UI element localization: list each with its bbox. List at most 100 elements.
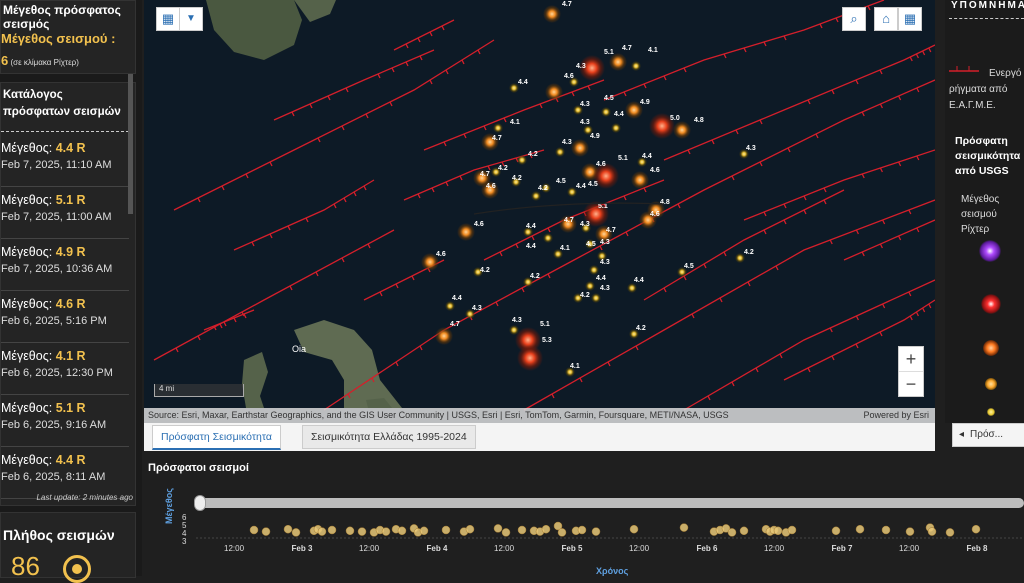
- quake-marker[interactable]: [543, 5, 561, 23]
- quake-label: 4.8: [660, 199, 670, 206]
- list-item[interactable]: Μέγεθος: 4.6 R Feb 6, 2025, 5:16 PM: [1, 291, 129, 343]
- legend-tab[interactable]: ◂ Πρόσ...: [952, 423, 1024, 447]
- fault-tick: [405, 43, 409, 49]
- fault-tick: [711, 139, 715, 145]
- powered-by-esri[interactable]: Powered by Esri: [863, 408, 929, 423]
- quake-label: 4.9: [590, 133, 600, 140]
- quake-marker[interactable]: [571, 139, 589, 157]
- legend-title: ΥΠΟΜΝΗΜΑ: [951, 0, 1024, 11]
- fault-tick: [861, 173, 865, 179]
- fault-tick: [197, 197, 201, 203]
- quake-marker[interactable]: [585, 281, 595, 291]
- quake-label: 4.7: [480, 171, 490, 178]
- quake-marker[interactable]: [631, 61, 641, 71]
- quake-marker[interactable]: [611, 123, 621, 133]
- list-item-prefix: Μέγεθος:: [1, 297, 56, 311]
- land-north: [206, 0, 302, 60]
- quake-marker[interactable]: [631, 171, 649, 189]
- fault-tick: [571, 91, 575, 97]
- zoom-in-button[interactable]: +: [899, 347, 923, 372]
- fault-tick: [861, 111, 865, 117]
- fault-tick: [341, 257, 345, 263]
- fault-tick: [775, 265, 779, 271]
- fault-tick: [723, 251, 727, 257]
- map-canvas[interactable]: 4.75.14.7 4.14.34.64.44.34.54.94.45.0 4.84…: [144, 0, 935, 423]
- x-tick: Feb 7: [831, 544, 853, 553]
- list-item[interactable]: Μέγεθος: 4.1 R Feb 6, 2025, 12:30 PM: [1, 343, 129, 395]
- fault-tick: [419, 345, 423, 351]
- timeline-dot: [397, 526, 407, 536]
- fault-tick: [898, 95, 902, 101]
- timeline-plot: [196, 521, 1024, 539]
- quake-marker[interactable]: [517, 345, 543, 371]
- x-tick: Feb 6: [696, 544, 718, 553]
- fault-tick: [405, 61, 409, 67]
- fault-tick: [315, 271, 319, 277]
- list-item[interactable]: Μέγεθος: 4.4 R Feb 7, 2025, 11:10 AM: [1, 135, 129, 187]
- fault-tick: [855, 229, 859, 235]
- zoom-out-button[interactable]: −: [899, 372, 923, 396]
- timeline-dot: [591, 527, 601, 536]
- tab-recent-seismicity[interactable]: Πρόσφατη Σεισμικότητα: [152, 425, 281, 450]
- quake-marker[interactable]: [673, 121, 691, 139]
- fault-tick: [377, 73, 381, 79]
- search-icon[interactable]: ⌕: [842, 7, 866, 31]
- fault-tick: [197, 335, 201, 341]
- list-item-magnitude: Μέγεθος: 5.1 R: [1, 193, 86, 207]
- quake-marker[interactable]: [445, 301, 455, 311]
- fault-tick: [898, 161, 902, 167]
- grid-icon[interactable]: ▦: [898, 7, 922, 31]
- fault-tick: [251, 241, 255, 247]
- quake-marker[interactable]: [627, 283, 637, 293]
- quake-marker[interactable]: [517, 155, 527, 165]
- basemap-gallery-button[interactable]: ▦: [156, 7, 180, 31]
- timeline-dot: [501, 528, 511, 537]
- fault-tick: [855, 315, 859, 321]
- list-item-mag: 5.1 R: [55, 193, 86, 207]
- fault-tick: [763, 229, 767, 235]
- list-item-prefix: Μέγεθος:: [1, 349, 56, 363]
- quake-label: 4.1: [648, 47, 658, 54]
- quake-label: 4.5: [588, 181, 598, 188]
- list-item-magnitude: Μέγεθος: 4.1 R: [1, 349, 86, 363]
- list-item[interactable]: Μέγεθος: 4.9 R Feb 7, 2025, 10:36 AM: [1, 239, 129, 291]
- quake-marker[interactable]: [545, 83, 563, 101]
- fault-tick: [317, 137, 321, 143]
- quake-label: 4.6: [564, 73, 574, 80]
- timeline-dot: [541, 524, 551, 534]
- quake-marker[interactable]: [531, 191, 541, 201]
- tab-greece-seismicity[interactable]: Σεισμικότητα Ελλάδας 1995-2024: [302, 425, 476, 449]
- fault-tick: [365, 113, 369, 119]
- quake-label: 4.6: [486, 183, 496, 190]
- quake-marker[interactable]: [435, 327, 453, 345]
- quake-marker[interactable]: [493, 123, 503, 133]
- fault-tick: [363, 185, 367, 191]
- quake-marker[interactable]: [589, 265, 599, 275]
- legend-mag-amber: [985, 378, 997, 390]
- fault-lines: [153, 0, 935, 411]
- fault-tick: [269, 161, 273, 167]
- fault-line: [393, 19, 455, 51]
- quake-marker[interactable]: [457, 223, 475, 241]
- fault-tick: [663, 287, 667, 293]
- list-scrollbar[interactable]: [128, 74, 133, 214]
- quake-marker[interactable]: [591, 293, 601, 303]
- fault-tick: [908, 209, 912, 215]
- quake-count-card: Πλήθος σεισμών 86: [0, 512, 136, 583]
- quake-marker[interactable]: [601, 107, 611, 117]
- list-item[interactable]: Μέγεθος: 5.1 R Feb 7, 2025, 11:00 AM: [1, 187, 129, 239]
- fault-tick: [908, 291, 912, 297]
- land-thirasia: [242, 352, 268, 408]
- map-view[interactable]: 4.7 5.1 4.7 4.1 4.3 4.6 4.4 4.3 4.5 4.9 4.4 5.0 4.8 4…: [144, 0, 935, 423]
- fault-tick: [928, 47, 932, 53]
- quake-label: 4.2: [636, 325, 646, 332]
- chevron-down-icon[interactable]: ▼: [179, 7, 203, 31]
- quake-label: 4.6: [650, 167, 660, 174]
- map-attribution: Source: Esri, Maxar, Earthstar Geographi…: [144, 408, 935, 423]
- quake-marker[interactable]: [543, 233, 553, 243]
- list-item[interactable]: Μέγεθος: 4.4 R Feb 6, 2025, 8:11 AM: [1, 447, 129, 499]
- zoom-control: + −: [898, 346, 924, 397]
- quake-marker[interactable]: [555, 147, 565, 157]
- list-item[interactable]: Μέγεθος: 5.1 R Feb 6, 2025, 9:16 AM: [1, 395, 129, 447]
- home-icon[interactable]: ⌂: [874, 7, 898, 31]
